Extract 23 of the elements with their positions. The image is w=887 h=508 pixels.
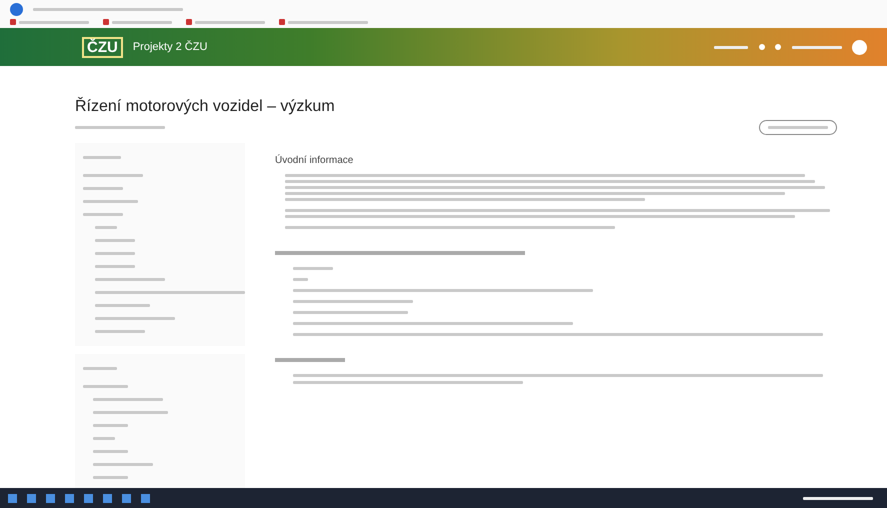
- taskbar-icon[interactable]: [65, 494, 74, 502]
- bookmark-item[interactable]: [10, 16, 89, 28]
- taskbar-icon[interactable]: [8, 494, 17, 502]
- taskbar-icon[interactable]: [46, 494, 55, 502]
- site-logo[interactable]: ČZU: [82, 36, 123, 58]
- illegible-text: [714, 46, 748, 48]
- section-heading: Úvodní informace: [275, 155, 354, 166]
- taskbar-icon[interactable]: [84, 494, 93, 502]
- taskbar-icon[interactable]: [27, 494, 36, 502]
- page-title: Řízení motorových vozidel – výzkum: [75, 98, 336, 116]
- avatar[interactable]: [852, 40, 867, 54]
- bookmark-item[interactable]: [279, 16, 368, 28]
- action-button[interactable]: [759, 120, 837, 135]
- system-tray: [803, 496, 873, 500]
- illegible-heading: [275, 358, 345, 362]
- back-button[interactable]: [10, 3, 23, 16]
- illegible-text: [792, 46, 842, 48]
- taskbar-icon[interactable]: [141, 494, 150, 502]
- bookmark-item[interactable]: [186, 16, 265, 28]
- taskbar-icon[interactable]: [122, 494, 131, 502]
- site-name[interactable]: Projekty 2 ČZU: [132, 41, 208, 53]
- taskbar-icon[interactable]: [103, 494, 112, 502]
- bookmark-item[interactable]: [103, 16, 172, 28]
